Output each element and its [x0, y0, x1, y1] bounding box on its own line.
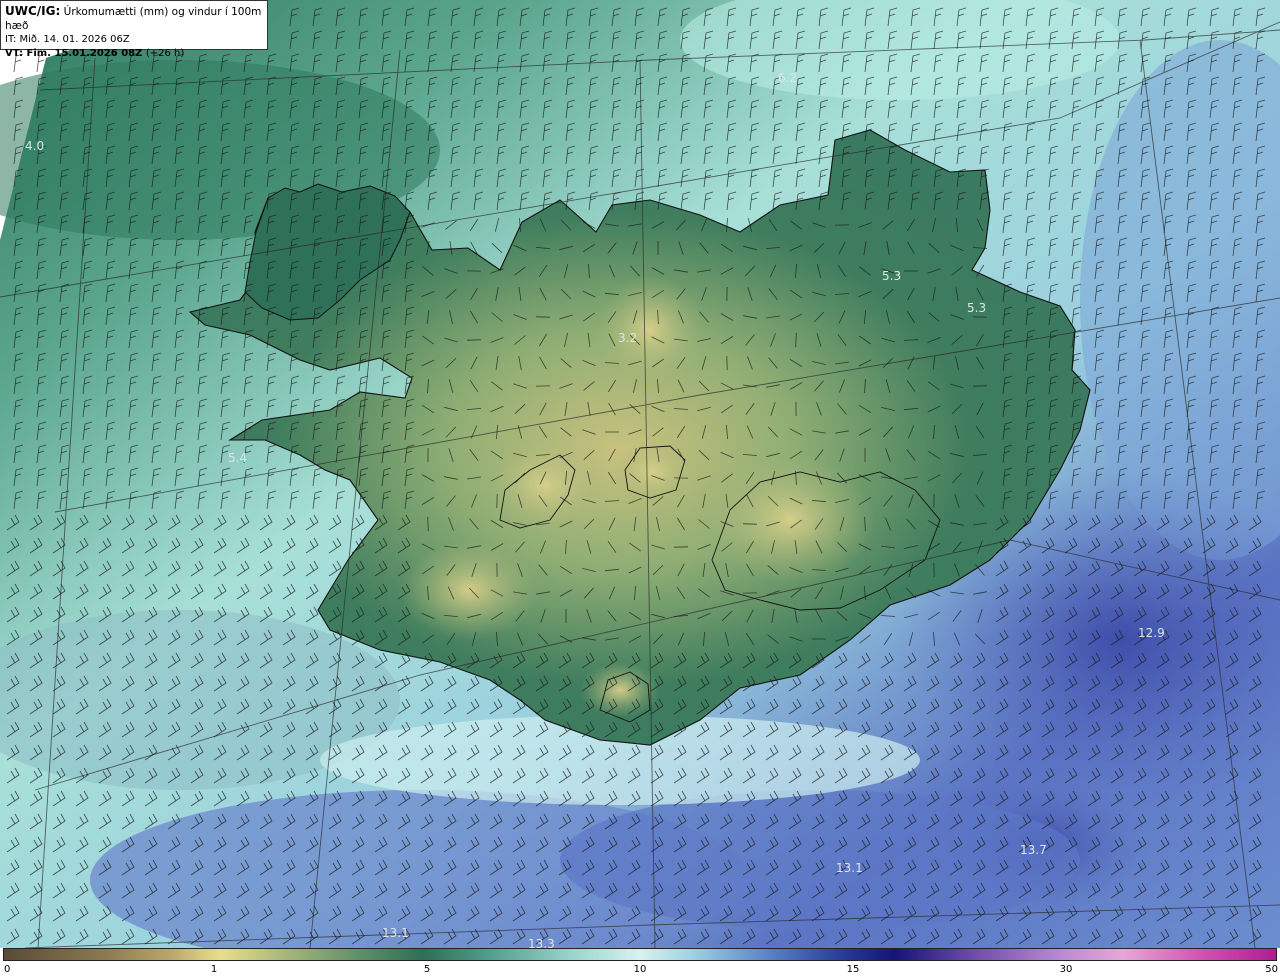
value-label: 13.1	[836, 861, 863, 875]
value-label: 13.1	[382, 926, 409, 940]
valid-time: VT: Fim. 15.01.2026 08Z	[5, 48, 143, 59]
valid-time-line: VT: Fim. 15.01.2026 08Z (+26 h)	[5, 47, 263, 61]
colorbar-tick: 5	[423, 964, 431, 975]
value-label: 6.2	[778, 71, 797, 85]
colorbar-tick: 1	[210, 964, 218, 975]
value-label: 3.2	[618, 331, 637, 345]
init-time: IT: Mið. 14. 01. 2026 06Z	[5, 34, 130, 45]
colorbar-tick: 30	[1059, 964, 1073, 975]
value-label: 5.3	[967, 301, 986, 315]
colorbar-tick: 15	[846, 964, 860, 975]
value-label: 5.3	[882, 269, 901, 283]
colorbar-tick: 10	[633, 964, 647, 975]
lead-time: (+26 h)	[145, 48, 185, 59]
colorbar: 0 1 5 10 15 30 50	[0, 948, 1280, 978]
value-label: 4.0	[25, 139, 44, 153]
value-label: 5.4	[228, 451, 247, 465]
value-label: 13.3	[528, 937, 555, 948]
header-title-line: UWC/IG: Úrkomumætti (mm) og vindur í 100…	[5, 4, 263, 33]
colorbar-tick: 0	[4, 964, 11, 975]
value-label: 13.7	[1020, 843, 1047, 857]
value-label: 12.9	[1138, 626, 1165, 640]
map-header: UWC/IG: Úrkomumætti (mm) og vindur í 100…	[0, 0, 268, 59]
colorbar-tick: 50	[1265, 964, 1278, 975]
colorbar-strip	[3, 948, 1277, 961]
model-label: UWC/IG:	[5, 4, 61, 18]
precipitable-water-wind-map: 6.2 4.0 5.3 5.3 3.2 5.4 12.9 13.1 13.7 1…	[0, 0, 1280, 948]
